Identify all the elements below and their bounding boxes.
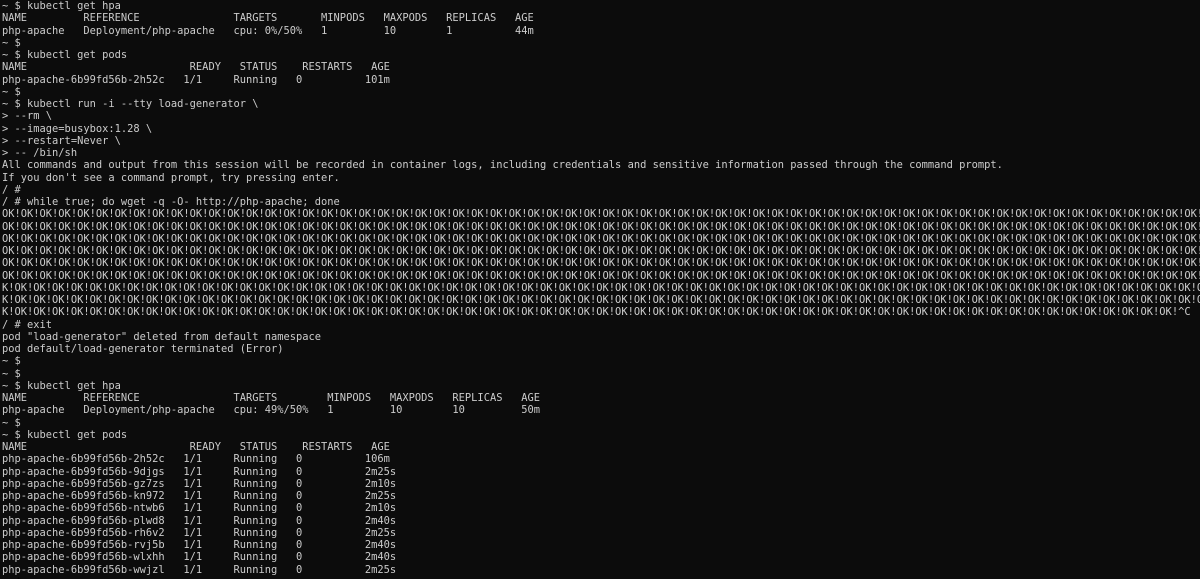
terminal-window[interactable]: ~ $ kubectl get hpa NAME REFERENCE TARGET… xyxy=(0,0,1200,579)
terminal-line: php-apache-6b99fd56b-plwd8 1/1 Running 0… xyxy=(2,514,397,527)
terminal-line: pod "load-generator" deleted from defaul… xyxy=(2,330,322,343)
terminal-line: NAME READY STATUS RESTARTS AGE xyxy=(2,441,390,453)
terminal-line: > --image=busybox:1.28 \ xyxy=(2,122,153,135)
terminal-line: OK!OK!OK!OK!OK!OK!OK!OK!OK!OK!OK!OK!OK!O… xyxy=(2,257,1200,270)
terminal-line: NAME READY STATUS RESTARTS AGE xyxy=(2,61,390,74)
terminal-line: ~ $ xyxy=(2,355,21,368)
terminal-line: ~ $ kubectl get hpa xyxy=(2,379,121,392)
terminal-line: OK!OK!OK!OK!OK!OK!OK!OK!OK!OK!OK!OK!OK!O… xyxy=(2,245,1200,257)
terminal-line: If you don't see a command prompt, try p… xyxy=(2,171,340,184)
terminal-line: ~ $ kubectl get pods xyxy=(2,49,128,61)
terminal-line: ~ $ kubectl get pods xyxy=(2,428,128,441)
terminal-line: php-apache-6b99fd56b-rvj5b 1/1 Running 0… xyxy=(2,539,397,551)
terminal-line: php-apache-6b99fd56b-wwjzl 1/1 Running 0… xyxy=(2,563,397,576)
terminal-line: ~ $ xyxy=(2,367,21,380)
terminal-line: OK!OK!OK!OK!OK!OK!OK!OK!OK!OK!OK!OK!OK!O… xyxy=(2,269,1200,282)
terminal-line: > --restart=Never \ xyxy=(2,134,121,147)
terminal-line: NAME REFERENCE TARGETS MINPODS MAXPODS R… xyxy=(2,12,534,25)
terminal-line: K!OK!OK!OK!OK!OK!OK!OK!OK!OK!OK!OK!OK!OK… xyxy=(2,306,1191,319)
terminal-line: / # while true; do wget -q -O- http://ph… xyxy=(2,196,340,208)
terminal-output: ~ $ kubectl get hpa NAME REFERENCE TARGET… xyxy=(2,0,1200,576)
terminal-line: php-apache-6b99fd56b-2h52c 1/1 Running 0… xyxy=(2,453,390,466)
terminal-line: php-apache Deployment/php-apache cpu: 0%… xyxy=(2,24,534,37)
terminal-line: ~ $ xyxy=(2,36,21,49)
terminal-line: > -- /bin/sh xyxy=(2,147,78,159)
terminal-line: php-apache-6b99fd56b-wlxhh 1/1 Running 0… xyxy=(2,551,397,564)
terminal-line: php-apache Deployment/php-apache cpu: 49… xyxy=(2,404,540,417)
terminal-line: php-apache-6b99fd56b-2h52c 1/1 Running 0… xyxy=(2,73,390,86)
terminal-line: php-apache-6b99fd56b-gz7zs 1/1 Running 0… xyxy=(2,477,397,490)
terminal-line: K!OK!OK!OK!OK!OK!OK!OK!OK!OK!OK!OK!OK!OK… xyxy=(2,294,1200,306)
terminal-line: ~ $ kubectl get hpa xyxy=(2,0,121,12)
terminal-line: php-apache-6b99fd56b-9djgs 1/1 Running 0… xyxy=(2,465,397,478)
terminal-line: OK!OK!OK!OK!OK!OK!OK!OK!OK!OK!OK!OK!OK!O… xyxy=(2,208,1200,221)
terminal-line: All commands and output from this sessio… xyxy=(2,159,1003,172)
terminal-line: ~ $ xyxy=(2,85,21,98)
terminal-line: ~ $ xyxy=(2,416,21,429)
terminal-line: K!OK!OK!OK!OK!OK!OK!OK!OK!OK!OK!OK!OK!OK… xyxy=(2,281,1200,294)
terminal-line: / # exit xyxy=(2,318,53,331)
terminal-line: OK!OK!OK!OK!OK!OK!OK!OK!OK!OK!OK!OK!OK!O… xyxy=(2,232,1200,245)
terminal-line: php-apache-6b99fd56b-ntwb6 1/1 Running 0… xyxy=(2,502,397,515)
terminal-line: php-apache-6b99fd56b-rh6v2 1/1 Running 0… xyxy=(2,526,397,539)
terminal-line: / # xyxy=(2,183,21,196)
terminal-line: php-apache-6b99fd56b-kn972 1/1 Running 0… xyxy=(2,490,397,502)
terminal-line: pod default/load-generator terminated (E… xyxy=(2,343,284,355)
terminal-line: OK!OK!OK!OK!OK!OK!OK!OK!OK!OK!OK!OK!OK!O… xyxy=(2,220,1200,233)
terminal-line: ~ $ kubectl run -i --tty load-generator … xyxy=(2,98,259,110)
terminal-line: NAME REFERENCE TARGETS MINPODS MAXPODS R… xyxy=(2,392,540,404)
terminal-line: > --rm \ xyxy=(2,110,53,123)
